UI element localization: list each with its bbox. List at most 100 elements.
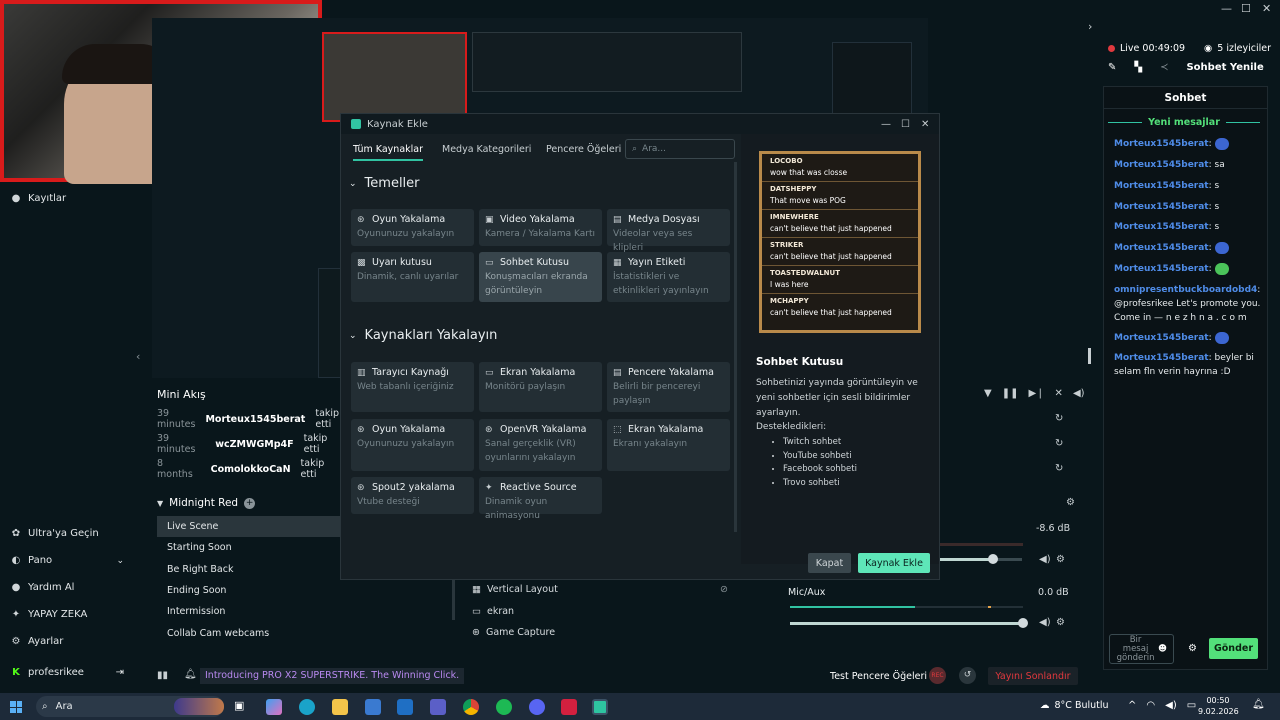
source-card-browser[interactable]: ▥ Tarayıcı Kaynağı Web tabanlı içeriğiniz [351,362,474,412]
source-card-game-capture-2[interactable]: ⊛ Oyun Yakalama Oyununuzu yakalayın [351,419,474,471]
refresh-chat-button[interactable]: Sohbet Yenile [1186,62,1263,73]
edit-icon[interactable]: ✎ [1108,62,1116,73]
tab-media-categories[interactable]: Medya Kategorileri [442,144,531,155]
sidebar-item-ultra[interactable]: ✿ Ultra'ya Geçin [10,528,99,539]
minimize-icon[interactable]: — [1221,2,1232,15]
volume-icon[interactable]: ◀) [1073,388,1085,399]
close-icon[interactable]: ✕ [1262,2,1271,15]
source-item[interactable]: ▦ Vertical Layout ⊘ [472,584,728,595]
replay-buffer-icon[interactable]: ↺ [959,667,976,684]
pause-icon[interactable]: ❚❚ [1002,388,1019,399]
mute-alerts-icon[interactable]: ✕ [1055,388,1063,399]
source-card-screen-capture[interactable]: ▭ Ekran Yakalama Monitörü paylaşın [479,362,602,412]
source-item[interactable]: ⊛ Game Capture [472,627,555,638]
notification-bell-icon[interactable]: 🔔︎ [1252,699,1265,710]
weather-widget[interactable]: ☁ 8°C Bulutlu [1040,700,1109,711]
replay-icon[interactable]: ↻ [1055,413,1063,424]
scene-item[interactable]: Be Right Back [157,559,340,580]
file-explorer-icon[interactable] [332,699,348,715]
sidebar-item-profile[interactable]: K profesrikee ⇥ [10,667,124,678]
filter-icon[interactable]: ▼ [984,388,992,399]
windows-start-icon[interactable] [10,701,22,713]
section-capture[interactable]: ⌄ Kaynakları Yakalayın [349,328,497,343]
volume-slider[interactable] [940,554,1022,564]
stats-icon[interactable]: ▮▮ [157,670,168,681]
mic-volume-slider[interactable] [790,618,1028,628]
source-card-spout2[interactable]: ⊛ Spout2 yakalama Vtube desteği [351,477,474,514]
source-card-chat-box[interactable]: ▭ Sohbet Kutusu Konuşmacıları ekranda gör… [479,252,602,302]
mixer-settings-icon[interactable]: ⚙ [1066,497,1075,508]
discord-icon[interactable] [529,699,545,715]
scrollbar[interactable] [452,580,455,620]
replay-icon[interactable]: ↻ [1055,463,1063,474]
scene-item[interactable]: Starting Soon [157,537,340,558]
chat-settings-icon[interactable]: ⚙ [1188,643,1197,654]
chevron-down-icon[interactable]: ⌄ [116,556,124,566]
edge-icon[interactable] [299,699,315,715]
visibility-off-icon[interactable]: ⊘ [720,584,728,595]
source-card-media-file[interactable]: ▤ Medya Dosyası Videolar veya ses klipler… [607,209,730,253]
scene-item[interactable]: Intermission [157,601,340,622]
source-card-video-capture[interactable]: ▣ Video Yakalama Kamera / Yakalama Kartı [479,209,602,246]
scene-collection[interactable]: ▼ Midnight Red + [157,497,256,509]
streamlabs-icon[interactable] [592,699,608,715]
sidebar-item-settings[interactable]: ⚙ Ayarlar [10,636,64,647]
source-card-alert-box[interactable]: ▩ Uyarı kutusu Dinamik, canlı uyarılar [351,252,474,302]
copilot-icon[interactable] [266,699,282,715]
collapse-left-icon[interactable]: ‹ [136,350,140,363]
chat-scrollbar[interactable] [1088,348,1091,364]
end-stream-button[interactable]: Yayını Sonlandır [988,667,1078,685]
add-source-button[interactable]: Kaynak Ekle [858,553,930,573]
maximize-icon[interactable]: ☐ [1241,2,1251,15]
add-scene-icon[interactable]: + [244,497,256,509]
bell-icon[interactable]: 🔔︎ [184,669,197,680]
sidebar-item-recordings[interactable]: ● Kayıtlar [10,193,67,204]
scene-item[interactable]: Collab Cam webcams [157,623,340,644]
taskbar-search[interactable]: ⌕ Ara [36,696,224,717]
clock[interactable]: 00:50 9.02.2026 [1198,695,1239,717]
sidebar-item-help[interactable]: ● Yardım Al [10,582,75,593]
skip-icon[interactable]: ▶❘ [1028,388,1044,399]
replay-icon[interactable]: ↻ [1055,438,1063,449]
send-button[interactable]: Gönder [1209,638,1258,659]
mic-mute-icon[interactable]: ◀) [1039,617,1051,628]
source-card-openvr[interactable]: ⊛ OpenVR Yakalama Sanal gerçeklik (VR) oy… [479,419,602,471]
volume-icon[interactable]: ◀) [1165,700,1177,711]
source-card-stream-label[interactable]: ▦ Yayın Etiketi İstatistikleri ve etkinli… [607,252,730,302]
chat-input[interactable]: Bir mesaj gönderin ☻ [1109,634,1174,664]
teams-icon[interactable] [430,699,446,715]
close-button[interactable]: Kapat [808,553,851,573]
wifi-icon[interactable]: ◠ [1146,700,1155,711]
source-item[interactable]: ▭ ekran [472,606,514,617]
gear-icon[interactable]: ⚙ [1056,617,1065,628]
sidebar-item-ai[interactable]: ✦ YAPAY ZEKA [10,609,88,620]
red-app-icon[interactable] [561,699,577,715]
maximize-icon[interactable]: ☐ [901,119,910,130]
chrome-icon[interactable] [463,699,479,715]
promo-banner[interactable]: Introducing PRO X2 SUPERSTRIKE. The Winn… [200,668,465,684]
section-basics[interactable]: ⌄ Temeller [349,176,420,191]
battery-icon[interactable]: ▭ [1187,700,1196,711]
mute-icon[interactable]: ◀) [1039,554,1051,565]
popout-icon[interactable]: ▚ [1134,62,1142,73]
share-icon[interactable]: ≺ [1160,62,1168,73]
gear-icon[interactable]: ⚙ [1056,554,1065,565]
tab-all-sources[interactable]: Tüm Kaynaklar [353,144,424,161]
task-view-icon[interactable]: ▣ [234,699,244,712]
source-card-region-capture[interactable]: ⬚ Ekran Yakalama Ekranı yakalayın [607,419,730,471]
sidebar-item-dashboard[interactable]: ◐ Pano ⌄ [10,555,124,566]
minimize-icon[interactable]: — [881,119,891,130]
spotify-icon[interactable] [496,699,512,715]
chevron-up-icon[interactable]: ^ [1128,700,1136,711]
logout-icon[interactable]: ⇥ [116,667,124,678]
scene-item-active[interactable]: Live Scene [157,516,340,537]
source-card-window-capture[interactable]: ▤ Pencere Yakalama Belirli bir pencereyi … [607,362,730,412]
source-card-reactive[interactable]: ✦ Reactive Source Dinamik oyun animasyonu [479,477,602,521]
close-icon[interactable]: ✕ [921,119,929,130]
dialog-scrollbar[interactable] [734,162,737,532]
tab-window-items[interactable]: Pencere Öğeleri [546,144,621,155]
test-windows-label[interactable]: Test Pencere Öğeleri [830,671,927,682]
store-icon[interactable] [365,699,381,715]
source-card-game-capture[interactable]: ⊛ Oyun Yakalama Oyununuzu yakalayın [351,209,474,246]
rec-button[interactable]: REC [929,667,946,684]
